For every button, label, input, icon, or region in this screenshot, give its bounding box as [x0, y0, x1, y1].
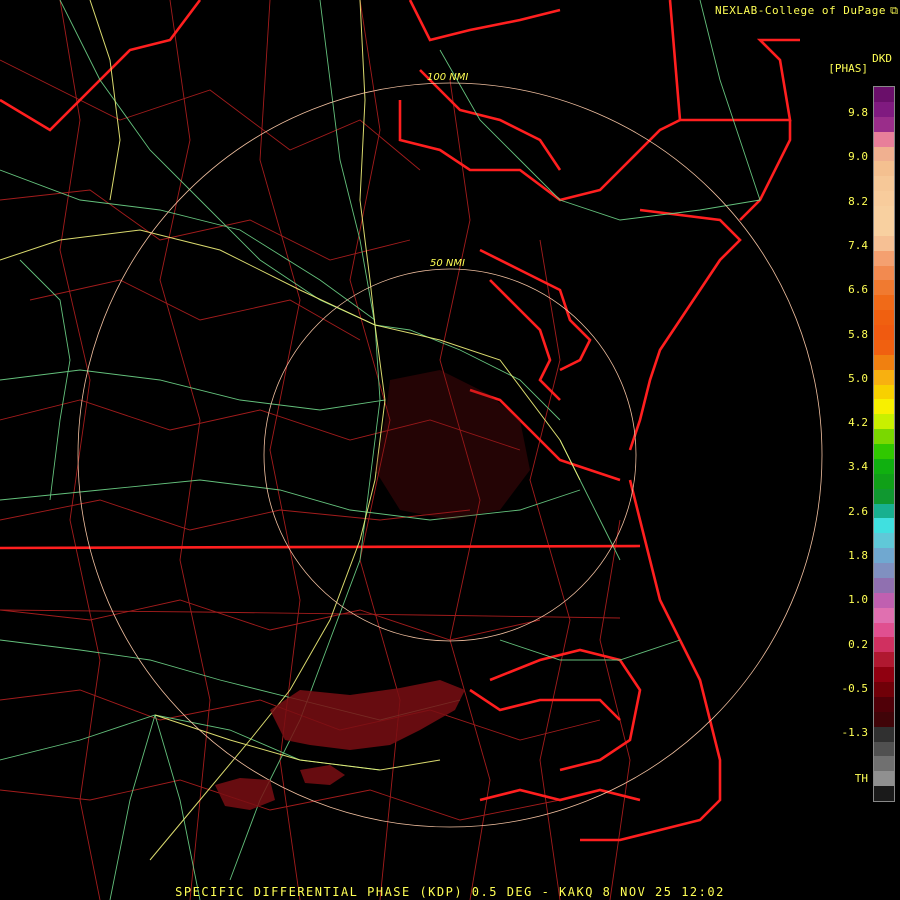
legend-swatch — [874, 250, 894, 266]
legend-tick-label: 4.2 — [848, 416, 868, 430]
legend-swatch — [874, 384, 894, 400]
legend-unit-secondary: [PHAS] — [828, 62, 868, 75]
legend-swatch — [874, 741, 894, 757]
legend-tick-label: 3.4 — [848, 460, 868, 474]
legend-swatch — [874, 161, 894, 177]
legend-tick-label: 9.0 — [848, 150, 868, 164]
legend-swatch — [874, 771, 894, 787]
legend-swatch — [874, 503, 894, 519]
legend-swatch — [874, 101, 894, 117]
legend-swatch — [874, 696, 894, 712]
legend-swatch — [874, 310, 894, 325]
legend-swatch — [874, 354, 894, 370]
product-footer: SPECIFIC DIFFERENTIAL PHASE (KDP) 0.5 DE… — [175, 885, 725, 899]
legend-swatch — [874, 116, 894, 132]
legend-tick-label: -1.3 — [841, 726, 869, 740]
legend-swatch — [874, 786, 894, 801]
legend-swatch — [874, 592, 894, 608]
legend-color-bar — [873, 86, 895, 802]
legend-swatch — [874, 429, 894, 444]
legend-tick-label: 9.8 — [848, 106, 868, 119]
legend-swatch — [874, 235, 894, 251]
range-label-100: 100 NMI — [427, 72, 469, 83]
legend-tick-label: -0.5 — [841, 681, 869, 695]
legend-swatch — [874, 563, 894, 578]
legend-swatch — [874, 146, 894, 162]
legend-tick-label: 1.8 — [848, 549, 868, 562]
legend-swatch — [874, 458, 894, 474]
legend-tick-label: 8.2 — [848, 194, 868, 208]
radar-map — [0, 0, 900, 900]
legend-swatch — [874, 518, 894, 534]
legend-swatch — [874, 711, 894, 727]
range-label-50: 50 NMI — [430, 258, 465, 269]
legend-swatch — [874, 295, 894, 311]
legend-swatch — [874, 369, 894, 385]
credit-text[interactable]: NEXLAB-College of DuPage — [715, 4, 886, 17]
legend-tick-label: TH — [854, 772, 868, 785]
legend-tick-label: 6.6 — [848, 283, 868, 297]
legend-swatch — [874, 220, 894, 236]
legend-swatch — [874, 87, 894, 102]
legend-swatch — [874, 622, 894, 638]
legend-swatch — [874, 280, 894, 296]
legend-swatch — [874, 339, 894, 355]
legend-swatch — [874, 325, 894, 340]
legend-swatch — [874, 399, 894, 415]
legend-swatch — [874, 756, 894, 772]
legend-swatch — [874, 176, 894, 192]
legend-swatch — [874, 206, 894, 221]
legend-swatch — [874, 444, 894, 459]
legend-swatch — [874, 414, 894, 430]
legend-swatch — [874, 637, 894, 653]
legend-swatch — [874, 131, 894, 147]
legend-tick-label: 7.4 — [848, 238, 868, 252]
legend-unit-primary: DKD — [872, 52, 892, 65]
legend-swatch — [874, 577, 894, 593]
legend-tick-label: 1.0 — [848, 593, 868, 607]
external-link-icon[interactable]: ⧉ — [890, 4, 898, 18]
legend-swatch — [874, 607, 894, 623]
legend-swatch — [874, 682, 894, 697]
legend-swatch — [874, 652, 894, 668]
legend-swatch — [874, 473, 894, 489]
legend-tick-label: 5.8 — [848, 327, 868, 341]
legend-swatch — [874, 667, 894, 682]
legend-tick-label: 0.2 — [848, 637, 868, 651]
legend-swatch — [874, 548, 894, 563]
legend-tick-label: 5.0 — [848, 371, 868, 385]
legend-swatch — [874, 726, 894, 742]
legend-swatch — [874, 265, 894, 281]
legend-swatch — [874, 488, 894, 504]
legend-swatch — [874, 191, 894, 206]
legend-tick-label: 2.6 — [848, 504, 868, 518]
legend-swatch — [874, 533, 894, 549]
